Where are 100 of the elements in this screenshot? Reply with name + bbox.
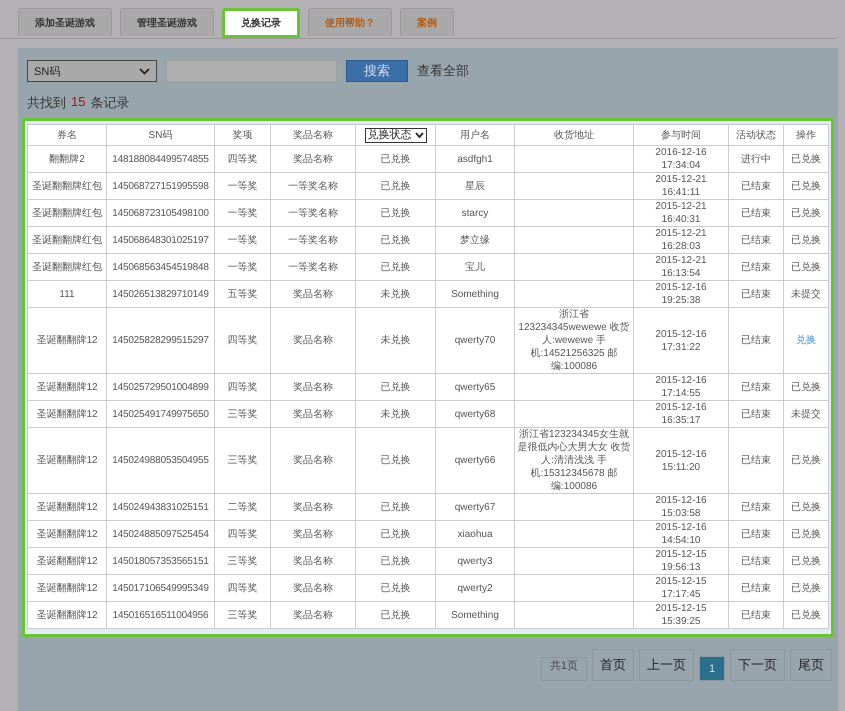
- table-cell: 奖品名称: [270, 574, 356, 602]
- table-cell: 圣诞翻翻牌12: [28, 400, 106, 428]
- table-cell: 未兑换: [356, 308, 436, 374]
- table-cell: 145068723105498100: [106, 200, 214, 226]
- table-cell: Something: [436, 602, 514, 628]
- table-cell: 已结束: [728, 374, 784, 400]
- table-cell: 已结束: [728, 254, 784, 280]
- table-cell: 一等奖名称: [270, 254, 356, 280]
- table-cell: starcy: [436, 200, 514, 226]
- table-cell: 未兑换: [356, 280, 436, 308]
- table-cell: 一等奖: [214, 200, 270, 226]
- table-cell: 一等奖: [214, 226, 270, 254]
- table-cell: Something: [436, 280, 514, 308]
- table-cell: 三等奖: [214, 428, 270, 494]
- table-cell: 已兑换: [356, 520, 436, 548]
- table-cell: 145068727151995598: [106, 172, 214, 200]
- view-all-link[interactable]: 查看全部: [417, 62, 469, 80]
- table-cell: 已兑换: [784, 226, 828, 254]
- table-cell: 奖品名称: [270, 400, 356, 428]
- table-cell: 111: [28, 280, 106, 308]
- caret-icon: [414, 132, 424, 138]
- table-cell: 圣诞翻翻牌红包: [28, 200, 106, 226]
- table-cell: 已结束: [728, 602, 784, 628]
- result-count: 15: [71, 94, 86, 111]
- table-cell: qwerty66: [436, 428, 514, 494]
- table-cell: qwerty67: [436, 494, 514, 520]
- page-button[interactable]: 上一页: [639, 649, 694, 681]
- table-cell: 进行中: [728, 146, 784, 172]
- table-cell: 2015-12-21 16:41:11: [634, 172, 728, 200]
- table-cell: 圣诞翻翻牌12: [28, 494, 106, 520]
- table-cell: 一等奖名称: [270, 172, 356, 200]
- table-cell: 已兑换: [784, 146, 828, 172]
- tab[interactable]: 兑换记录: [222, 8, 300, 38]
- table-cell: 未兑换: [356, 400, 436, 428]
- table-cell: 2015-12-21 16:40:31: [634, 200, 728, 226]
- caret-icon: [139, 68, 150, 74]
- table-cell: 四等奖: [214, 308, 270, 374]
- table-cell: qwerty3: [436, 548, 514, 574]
- column-header: 收货地址: [514, 124, 634, 146]
- field-select[interactable]: SN码: [27, 60, 157, 82]
- table-cell: 三等奖: [214, 548, 270, 574]
- table-cell: 三等奖: [214, 602, 270, 628]
- table-cell: xiaohua: [436, 520, 514, 548]
- table-cell: 已结束: [728, 494, 784, 520]
- table-cell: 奖品名称: [270, 602, 356, 628]
- page-count: 共1页: [540, 657, 587, 681]
- table-cell: 145025491749975650: [106, 400, 214, 428]
- page-button[interactable]: 下一页: [730, 649, 785, 681]
- table-cell: 2015-12-16 16:35:17: [634, 400, 728, 428]
- table-cell: 奖品名称: [270, 494, 356, 520]
- table-cell: 145025729501004899: [106, 374, 214, 400]
- search-field[interactable]: [166, 60, 337, 82]
- table-cell: 圣诞翻翻牌红包: [28, 226, 106, 254]
- table-cell: 已结束: [728, 200, 784, 226]
- page-button[interactable]: 1: [699, 656, 725, 681]
- table-cell: 已兑换: [356, 548, 436, 574]
- table-cell: 圣诞翻翻牌12: [28, 602, 106, 628]
- table-cell: 148188084499574855: [106, 146, 214, 172]
- table-cell: 翻翻牌2: [28, 146, 106, 172]
- table-cell: 一等奖: [214, 172, 270, 200]
- table-cell: 未提交: [784, 280, 828, 308]
- table-cell: 已兑换: [784, 200, 828, 226]
- table-cell: 已结束: [728, 428, 784, 494]
- table-cell: 145025828299515297: [106, 308, 214, 374]
- table-cell: 四等奖: [214, 574, 270, 602]
- table-cell: 一等奖名称: [270, 200, 356, 226]
- table-cell: 已结束: [728, 172, 784, 200]
- table-cell: 已兑换: [356, 428, 436, 494]
- table-cell: 145068648301025197: [106, 226, 214, 254]
- table-cell: 浙江省123234345wewewe 收货人:wewewe 手机:14521256325 邮编:100086: [514, 308, 634, 374]
- column-header: 操作: [784, 124, 828, 146]
- table-cell: 2015-12-15 15:39:25: [634, 602, 728, 628]
- table-cell: asdfgh1: [436, 146, 514, 172]
- table-cell: 已兑换: [784, 254, 828, 280]
- table-cell: qwerty2: [436, 574, 514, 602]
- search-button[interactable]: 搜索: [346, 60, 408, 82]
- page-button[interactable]: 尾页: [790, 649, 832, 681]
- page-button[interactable]: 首页: [592, 649, 634, 681]
- table-cell: 145024988053504955: [106, 428, 214, 494]
- table-cell: 2015-12-21 16:13:54: [634, 254, 728, 280]
- result-count-label: 共找到: [27, 94, 66, 112]
- tab[interactable]: 添加圣诞游戏: [18, 8, 112, 36]
- table-cell: 145016516511004956: [106, 602, 214, 628]
- column-header: 奖项: [214, 124, 270, 146]
- table-cell: 2015-12-16 14:54:10: [634, 520, 728, 548]
- table-cell: 圣诞翻翻牌红包: [28, 172, 106, 200]
- table-cell: 二等奖: [214, 494, 270, 520]
- table-cell: 奖品名称: [270, 308, 356, 374]
- column-header: 奖品名称: [270, 124, 356, 146]
- redeem-link[interactable]: 兑换: [784, 308, 828, 374]
- table-cell: 奖品名称: [270, 520, 356, 548]
- table-cell: 已兑换: [356, 494, 436, 520]
- table-cell: 宝儿: [436, 254, 514, 280]
- table-cell: 2015-12-15 17:17:45: [634, 574, 728, 602]
- table-cell: 145017106549995349: [106, 574, 214, 602]
- table-cell: 圣诞翻翻牌12: [28, 308, 106, 374]
- tab[interactable]: 管理圣诞游戏: [120, 8, 214, 36]
- table-cell: 已结束: [728, 574, 784, 602]
- table-cell: 已兑换: [784, 602, 828, 628]
- status-filter-dropdown[interactable]: 兑换状态: [364, 128, 426, 142]
